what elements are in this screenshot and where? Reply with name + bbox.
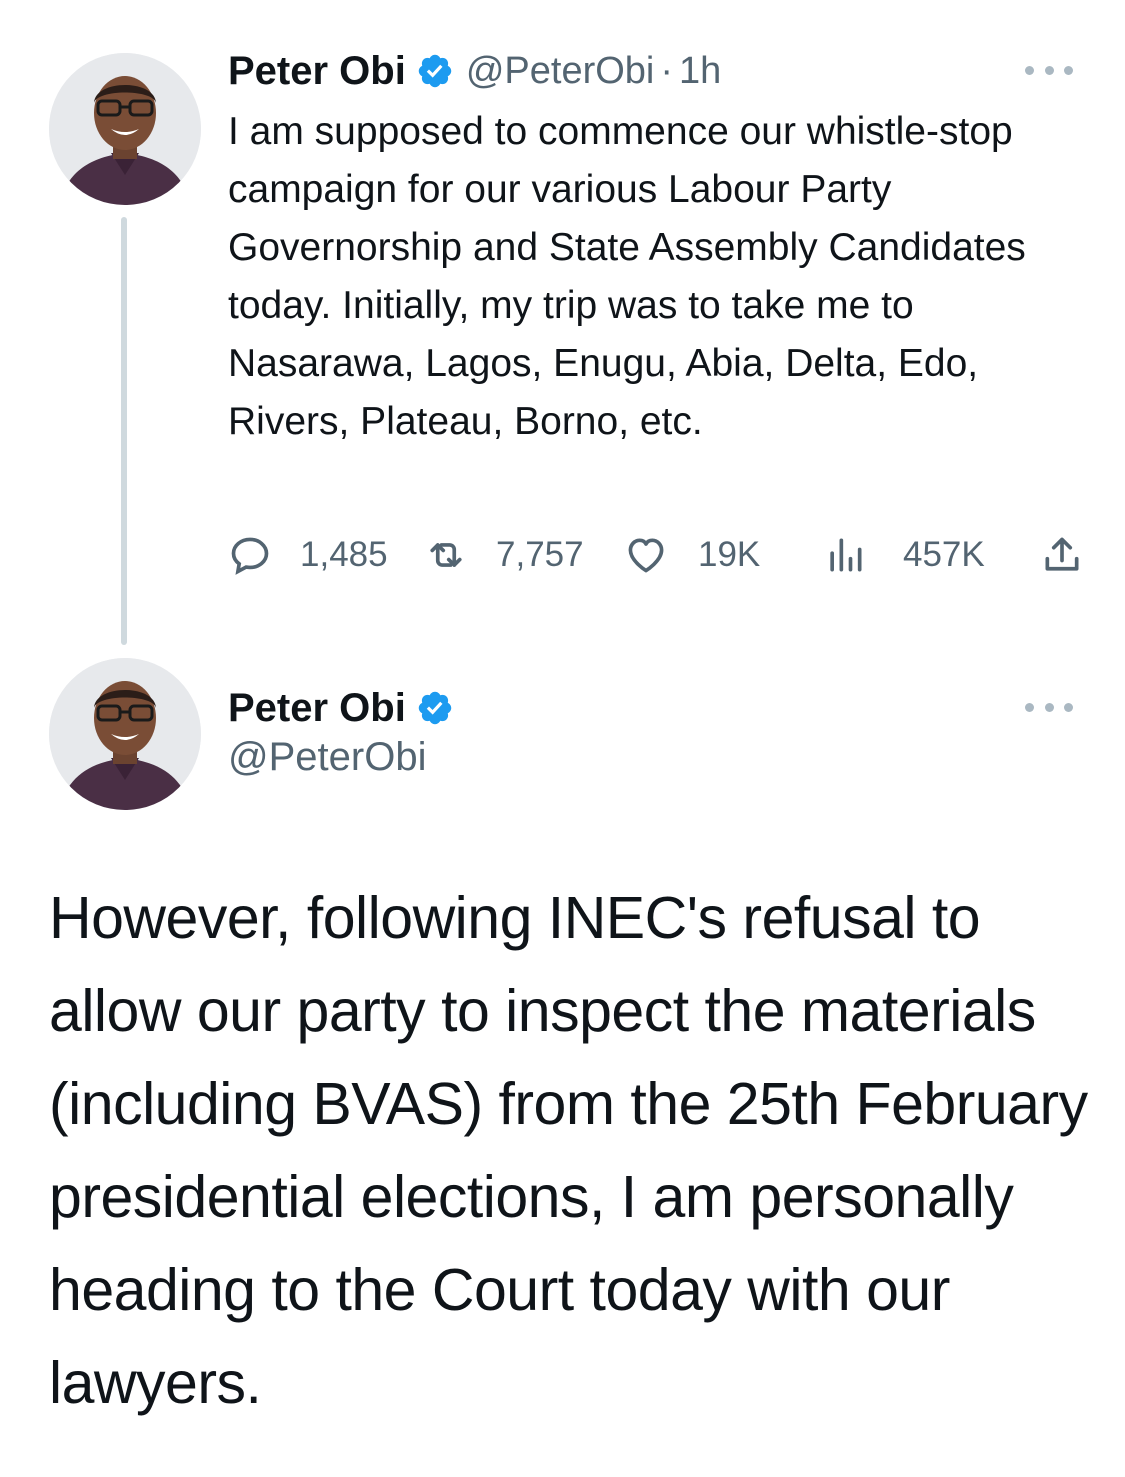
tweet-header: Peter Obi @PeterObi · 1h bbox=[228, 45, 721, 97]
reply-icon bbox=[228, 533, 272, 577]
tweet-timestamp[interactable]: 1h bbox=[679, 50, 721, 93]
author-name[interactable]: Peter Obi bbox=[228, 49, 406, 94]
author-handle[interactable]: @PeterObi bbox=[466, 50, 655, 93]
retweet-icon bbox=[424, 533, 468, 577]
tweet-actions-bar: 1,485 7,757 19K 457K bbox=[228, 527, 1098, 583]
thread-connector-line bbox=[121, 217, 127, 645]
heart-icon bbox=[624, 533, 668, 577]
avatar[interactable] bbox=[49, 658, 201, 810]
retweet-count: 7,757 bbox=[496, 535, 584, 574]
share-icon bbox=[1040, 533, 1084, 577]
author-handle[interactable]: @PeterObi bbox=[228, 735, 426, 780]
views-count: 457K bbox=[903, 535, 985, 574]
reply-count: 1,485 bbox=[300, 535, 388, 574]
tweet-text: I am supposed to commence our whistle-st… bbox=[228, 110, 1026, 443]
views-chart-icon bbox=[823, 533, 867, 577]
like-count: 19K bbox=[698, 535, 761, 574]
author-name[interactable]: Peter Obi bbox=[228, 686, 406, 731]
avatar[interactable] bbox=[49, 53, 201, 205]
reply-button[interactable]: 1,485 bbox=[228, 527, 388, 583]
tweet-header: Peter Obi bbox=[228, 682, 454, 734]
share-button[interactable] bbox=[1040, 527, 1084, 583]
views-button[interactable]: 457K bbox=[823, 527, 985, 583]
verified-badge-icon bbox=[416, 52, 454, 90]
more-options-icon[interactable] bbox=[1025, 58, 1073, 82]
tweet-text: However, following INEC's refusal to all… bbox=[49, 885, 1088, 1416]
verified-badge-icon bbox=[416, 689, 454, 727]
retweet-button[interactable]: 7,757 bbox=[424, 527, 584, 583]
separator-dot: · bbox=[660, 49, 674, 92]
more-options-icon[interactable] bbox=[1025, 695, 1073, 719]
like-button[interactable]: 19K bbox=[624, 527, 760, 583]
